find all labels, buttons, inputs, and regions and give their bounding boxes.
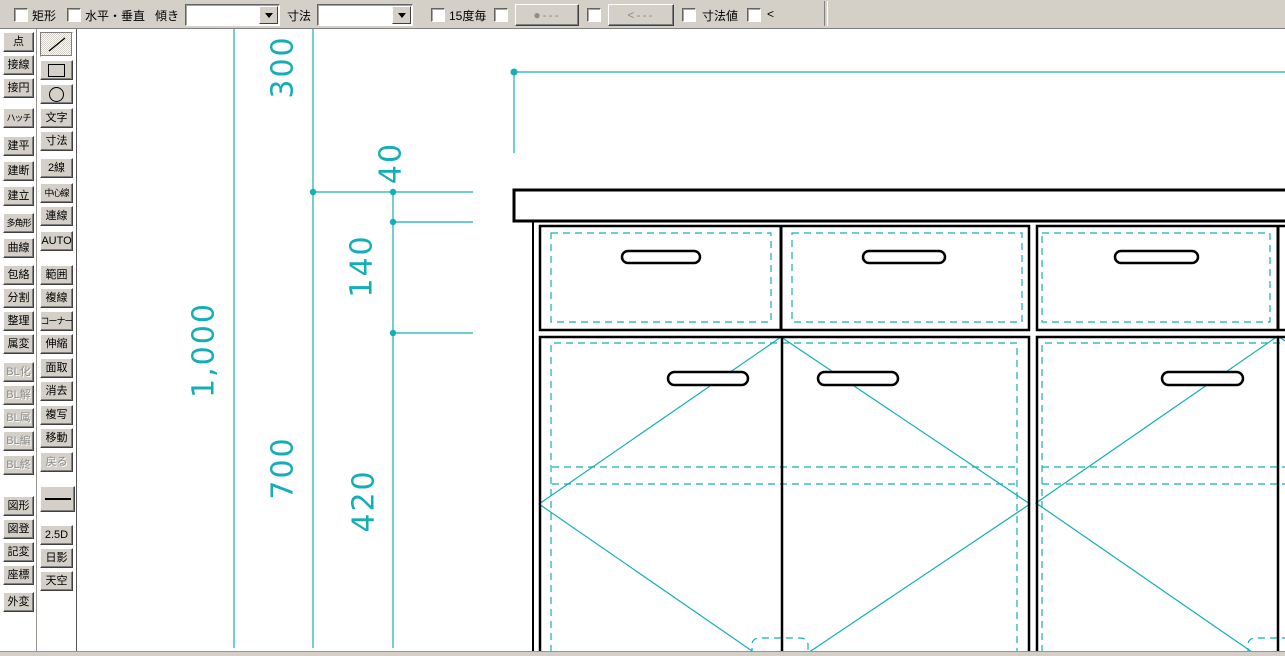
tool-kenritsu[interactable]: 建立 [3, 186, 34, 206]
dimension-value-label: 寸法値 [702, 7, 738, 24]
door-catch-symbol [752, 638, 808, 651]
tool-shinshuku[interactable]: 伸縮 [40, 334, 73, 354]
horizontal-vertical-label: 水平・垂直 [85, 7, 145, 24]
deg15-checkbox[interactable] [431, 8, 445, 22]
dimension-endpoint-dots [310, 69, 518, 337]
tool-blkai: BL解 [3, 385, 34, 405]
tool-bunkatsu[interactable]: 分割 [3, 288, 34, 308]
tool-gaihen[interactable]: 外変 [3, 592, 34, 612]
linetype-solid-icon [45, 498, 71, 500]
tool-fukusha[interactable]: 複写 [40, 405, 73, 425]
tool-auto[interactable]: AUTO [40, 231, 73, 251]
tool-nisen[interactable]: 2線 [40, 158, 73, 178]
tool-blzoku: BL属 [3, 408, 34, 428]
slope-label: 傾き [155, 7, 179, 24]
tool-modoru: 戻る [40, 452, 73, 472]
tool-zukei[interactable]: 図形 [3, 496, 34, 516]
dimension-label-700: 700 [266, 436, 301, 499]
sidebar-column-divider [36, 28, 37, 651]
tool-ido[interactable]: 移動 [40, 428, 73, 448]
door-unit-a [540, 337, 1029, 651]
dimension-labels: 300 40 140 1,000 700 420 [187, 35, 409, 532]
tool-zahyo[interactable]: 座標 [3, 565, 34, 585]
tool-corner[interactable]: コーナー [40, 311, 73, 331]
dimension-value-checkbox[interactable] [682, 8, 696, 22]
tool-mentori[interactable]: 面取 [40, 358, 73, 378]
lt-checkbox[interactable] [747, 8, 761, 22]
tool-sunpo[interactable]: 寸法 [40, 131, 73, 151]
cabinet-handles [622, 251, 1243, 385]
countertop [514, 190, 1285, 221]
tool-sessen[interactable]: 接線 [3, 55, 34, 75]
tool-blshu: BL終 [3, 455, 34, 475]
door-unit-b [1037, 337, 1285, 651]
tool-horaku[interactable]: 包絡 [3, 265, 34, 285]
cad-drawing: 300 40 140 1,000 700 420 [77, 28, 1285, 651]
tool-chushinsen[interactable]: 中心線 [40, 183, 73, 203]
line-tool-icon [46, 36, 68, 53]
tool-takakkei[interactable]: 多角形 [3, 213, 34, 233]
dot-style-button: ●--- [515, 4, 579, 26]
top-toolbar: 矩形 水平・垂直 傾き 寸法 15度毎 ●--- <--- 寸法値 < [0, 0, 1285, 29]
tool-kenpei[interactable]: 建平 [3, 136, 34, 156]
horizontal-vertical-checkbox[interactable] [67, 8, 81, 22]
tool-fukusen[interactable]: 複線 [40, 288, 73, 308]
dimension-label-420: 420 [347, 469, 382, 532]
tool-blka: BL化 [3, 362, 34, 382]
rect-checkbox[interactable] [14, 8, 28, 22]
tool-25d[interactable]: 2.5D [40, 525, 73, 545]
door-catch-symbol [1248, 638, 1285, 651]
tool-blhen: BL編 [3, 431, 34, 451]
tool-circle-button[interactable] [40, 84, 73, 104]
drawing-canvas[interactable]: 300 40 140 1,000 700 420 [77, 28, 1285, 651]
slope-dropdown-button[interactable] [259, 6, 278, 24]
rect-checkbox-label: 矩形 [32, 7, 56, 24]
chevron-down-icon [398, 13, 406, 22]
tool-rect-button[interactable] [40, 60, 73, 80]
drawer-unit-b [1037, 226, 1285, 330]
dimension-dropdown-button[interactable] [392, 6, 411, 24]
arrow-style-checkbox[interactable] [587, 8, 601, 22]
chevron-down-icon [265, 13, 273, 22]
arrow-style-button: <--- [608, 4, 674, 26]
status-bar [0, 651, 1285, 656]
drawer-unit-a [540, 226, 1029, 330]
tool-hikage[interactable]: 日影 [40, 548, 73, 568]
tool-moji[interactable]: 文字 [40, 108, 73, 128]
lt-checkbox-label: < [767, 7, 774, 21]
tool-rensen[interactable]: 連線 [40, 206, 73, 226]
tool-sidebar: 点 接線 接円 ハッチ 建平 建断 建立 多角形 曲線 包絡 分割 整理 属変 … [0, 28, 77, 651]
tool-shokyo[interactable]: 消去 [40, 381, 73, 401]
slope-dropdown[interactable] [185, 4, 280, 26]
tool-kihen[interactable]: 記変 [3, 542, 34, 562]
tool-hatch[interactable]: ハッチ [3, 108, 34, 128]
dimension-label-140: 140 [345, 234, 380, 297]
tool-zuto[interactable]: 図登 [3, 519, 34, 539]
rect-tool-icon [48, 64, 65, 77]
dimension-label: 寸法 [287, 7, 311, 24]
tool-hani[interactable]: 範囲 [40, 265, 73, 285]
linetype-selector-button[interactable] [40, 486, 75, 512]
dimension-label-300: 300 [266, 35, 301, 98]
tool-line-button[interactable] [40, 32, 73, 57]
tool-seiri[interactable]: 整理 [3, 311, 34, 331]
dimension-dropdown[interactable] [317, 4, 413, 26]
dot-style-checkbox[interactable] [494, 8, 508, 22]
tool-kendan[interactable]: 建断 [3, 161, 34, 181]
dimension-label-1000: 1,000 [187, 302, 222, 398]
dimension-label-40: 40 [374, 142, 409, 184]
toolbar-separator [824, 1, 828, 26]
tool-tenku[interactable]: 天空 [40, 571, 73, 591]
tool-setsuen[interactable]: 接円 [3, 78, 34, 98]
tool-ten[interactable]: 点 [3, 32, 34, 52]
circle-tool-icon [49, 87, 64, 102]
tool-zokuhen[interactable]: 属変 [3, 334, 34, 354]
tool-kyokusen[interactable]: 曲線 [3, 238, 34, 258]
deg15-label: 15度毎 [449, 7, 486, 24]
